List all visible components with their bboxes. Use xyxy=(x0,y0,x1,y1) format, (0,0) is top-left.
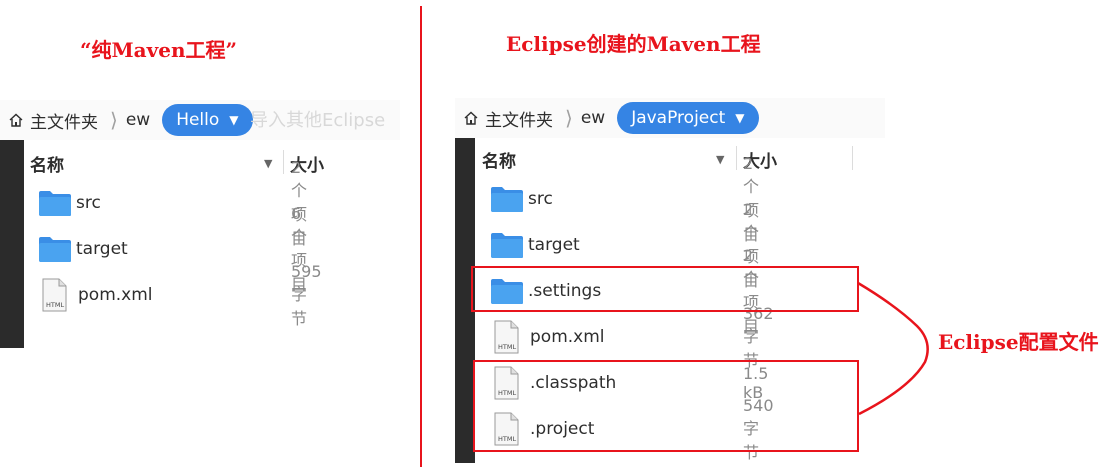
chevron-down-icon: ▼ xyxy=(735,111,745,125)
left-breadcrumb-home[interactable]: 主文件夹 xyxy=(8,108,98,133)
right-annotation-title: Eclipse创建的Maven工程 xyxy=(506,32,761,56)
svg-text:HTML: HTML xyxy=(46,301,64,309)
column-divider xyxy=(736,146,737,170)
annotation-bracket xyxy=(857,281,929,416)
folder-icon xyxy=(491,187,523,212)
html-file-icon: HTML xyxy=(42,278,67,312)
sort-down-icon: ▼ xyxy=(716,153,725,166)
settings-highlight-box xyxy=(471,266,859,312)
right-list-item-src[interactable]: src 2 个项目 xyxy=(490,154,759,244)
right-breadcrumb-parent[interactable]: ew xyxy=(581,108,605,128)
item-size: 595 字节 xyxy=(291,261,322,328)
left-breadcrumb-separator: ⟩ xyxy=(110,108,118,132)
right-column-header-name[interactable]: 名称 ▼ xyxy=(482,147,732,172)
right-breadcrumb-home[interactable]: 主文件夹 xyxy=(463,106,553,131)
red-divider-line xyxy=(420,6,422,467)
home-icon xyxy=(464,111,478,125)
left-breadcrumb-current-label: Hello xyxy=(176,110,220,130)
config-files-annotation: Eclipse配置文件 xyxy=(938,330,1099,354)
right-list-item-pom[interactable]: HTML pom.xml 362 字节 xyxy=(490,304,774,370)
right-path-bar: 主文件夹 ⟩ ew JavaProject ▼ xyxy=(455,98,885,138)
left-column-name-label: 名称 xyxy=(30,156,64,176)
right-column-name-label: 名称 xyxy=(482,152,516,172)
left-path-bar: 导入其他Eclipse 主文件夹 ⟩ ew Hello ▼ xyxy=(0,100,400,140)
left-list-item-src[interactable]: src 2 个项目 xyxy=(38,158,307,248)
left-background-text: 导入其他Eclipse xyxy=(250,110,386,131)
left-breadcrumb-home-label: 主文件夹 xyxy=(30,112,98,133)
left-list-item-pom[interactable]: HTML pom.xml 595 字节 xyxy=(38,262,322,328)
left-breadcrumb-parent-label: ew xyxy=(125,110,151,130)
left-window-side-strip xyxy=(0,140,24,348)
item-name: target xyxy=(76,239,128,259)
svg-text:HTML: HTML xyxy=(498,343,516,351)
right-breadcrumb-current[interactable]: JavaProject ▼ xyxy=(617,102,759,134)
item-name: pom.xml xyxy=(78,285,153,305)
column-divider xyxy=(283,150,284,174)
right-breadcrumb-parent-label: ew xyxy=(580,108,606,128)
right-breadcrumb-separator: ⟩ xyxy=(565,106,573,130)
right-list-item-target[interactable]: target 2 个项目 xyxy=(490,200,759,290)
left-annotation-title: “纯Maven工程” xyxy=(80,38,237,62)
folder-icon xyxy=(39,237,71,262)
item-name: src xyxy=(76,193,101,213)
folder-icon xyxy=(39,191,71,216)
folder-icon xyxy=(491,233,523,258)
sort-down-icon: ▼ xyxy=(264,157,273,170)
config-files-highlight-box xyxy=(473,360,859,452)
html-file-icon: HTML xyxy=(494,320,519,354)
item-name: target xyxy=(528,235,580,255)
home-icon xyxy=(9,113,23,127)
chevron-down-icon: ▼ xyxy=(229,113,239,127)
left-column-header-name[interactable]: 名称 ▼ xyxy=(30,151,280,176)
item-name: pom.xml xyxy=(530,327,605,347)
right-breadcrumb-home-label: 主文件夹 xyxy=(485,110,553,131)
left-list-item-target[interactable]: target 6 个项目 xyxy=(38,204,307,294)
column-divider xyxy=(852,146,853,170)
left-breadcrumb-current[interactable]: Hello ▼ xyxy=(162,104,253,136)
left-breadcrumb-parent[interactable]: ew xyxy=(126,110,150,130)
item-name: src xyxy=(528,189,553,209)
right-breadcrumb-current-label: JavaProject xyxy=(631,108,726,128)
